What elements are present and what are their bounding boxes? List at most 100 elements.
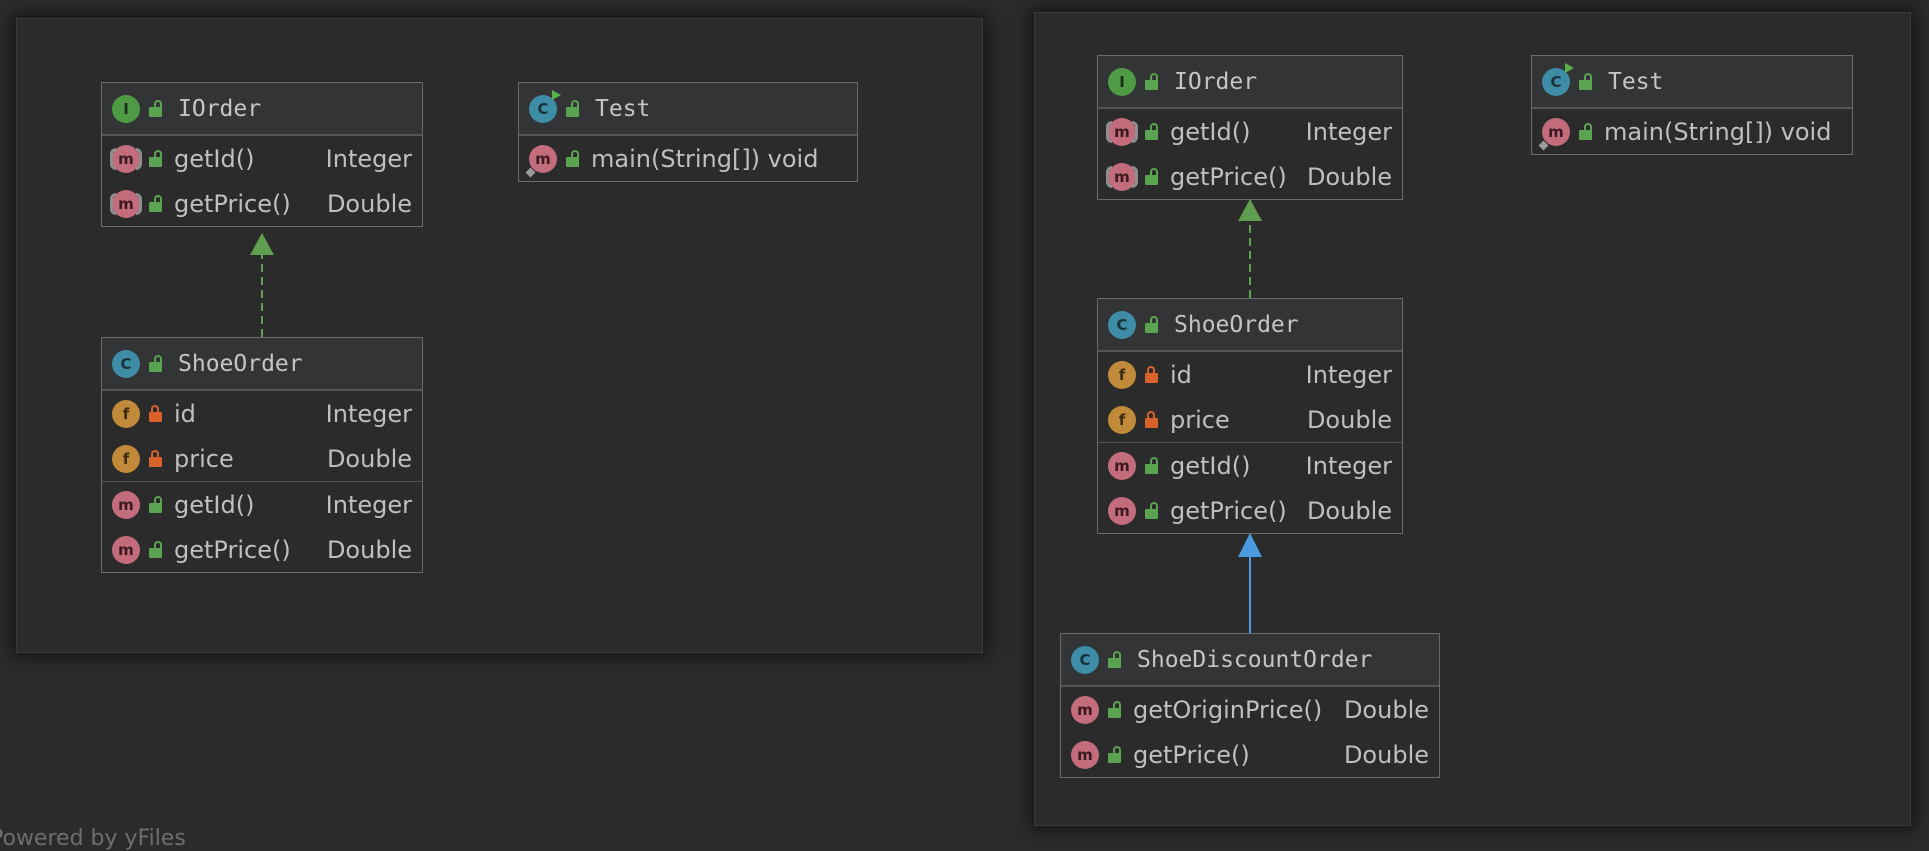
node-header: C ShoeOrder — [1098, 299, 1402, 351]
unlocked-icon — [565, 149, 581, 168]
method-name: main(String[]) void — [1604, 117, 1832, 146]
method-row: m getId() Integer — [102, 482, 422, 527]
unlocked-icon — [1144, 72, 1160, 91]
node-title: ShoeOrder — [178, 350, 303, 377]
unlocked-icon — [148, 540, 164, 559]
method-name: getId() — [1170, 451, 1251, 480]
field-name: price — [174, 444, 234, 473]
abstract-method-icon: m — [110, 189, 142, 218]
field-name: id — [174, 399, 196, 428]
unlocked-icon — [1578, 72, 1594, 91]
field-icon: f — [1108, 405, 1136, 434]
method-row: m getPrice() Double — [1098, 488, 1402, 533]
node-title: Test — [1608, 68, 1664, 95]
method-row: m getPrice() Double — [1098, 154, 1402, 199]
method-name: getOriginPrice() — [1133, 695, 1323, 724]
field-type: Double — [326, 444, 412, 473]
class-icon: C — [1108, 310, 1136, 339]
uml-node-test-left[interactable]: C Test m main(String[]) void — [518, 82, 858, 182]
method-name: getId() — [174, 490, 255, 519]
method-icon: m — [112, 490, 140, 519]
method-type: Double — [326, 535, 412, 564]
method-row: m getId() Integer — [102, 136, 422, 181]
fields-section: f id Integer f price Double — [102, 390, 422, 481]
node-title: Test — [595, 95, 651, 122]
edge-arrowhead-implements — [250, 233, 274, 255]
method-row: m getOriginPrice() Double — [1061, 687, 1439, 732]
methods-section: m main(String[]) void — [519, 135, 857, 181]
method-row: m getId() Integer — [1098, 443, 1402, 488]
field-type: Integer — [1305, 360, 1392, 389]
method-row: m getPrice() Double — [102, 181, 422, 226]
abstract-method-icon: m — [1106, 117, 1138, 146]
interface-icon: I — [1108, 67, 1136, 96]
method-name: getId() — [1170, 117, 1251, 146]
unlocked-icon — [148, 354, 164, 373]
runnable-class-icon: C — [1542, 62, 1574, 96]
method-name: main(String[]) void — [591, 144, 819, 173]
field-row: f id Integer — [1098, 352, 1402, 397]
methods-section: m getId() Integer m getPrice() Double — [1098, 108, 1402, 199]
method-row: m getPrice() Double — [1061, 732, 1439, 777]
unlocked-icon — [565, 99, 581, 118]
node-title: ShoeDiscountOrder — [1137, 646, 1373, 673]
uml-node-iorder-left[interactable]: I IOrder m getId() Integer m getPrice() … — [101, 82, 423, 227]
abstract-method-icon: m — [110, 144, 142, 173]
edge-arrowhead-implements — [1238, 199, 1262, 221]
method-icon: m — [1108, 496, 1136, 525]
lock-icon — [148, 449, 164, 468]
uml-node-shoeorder-left[interactable]: C ShoeOrder f id Integer f price Double … — [101, 337, 423, 573]
method-name: getId() — [174, 144, 255, 173]
static-method-icon: m — [525, 144, 557, 177]
method-type: Double — [1343, 740, 1429, 769]
unlocked-icon — [1107, 700, 1123, 719]
powered-by-text: Powered by yFiles — [0, 826, 186, 851]
unlocked-icon — [1107, 650, 1123, 669]
method-row: m main(String[]) void — [1532, 109, 1852, 154]
field-icon: f — [112, 444, 140, 473]
node-title: ShoeOrder — [1174, 311, 1299, 338]
field-name: price — [1170, 405, 1230, 434]
methods-section: m getOriginPrice() Double m getPrice() D… — [1061, 686, 1439, 777]
interface-icon: I — [112, 94, 140, 123]
unlocked-icon — [1144, 501, 1160, 520]
field-row: f price Double — [1098, 397, 1402, 442]
method-icon: m — [1071, 740, 1099, 769]
method-type: Integer — [1305, 451, 1392, 480]
method-type: Double — [326, 189, 412, 218]
method-type: Integer — [325, 144, 412, 173]
class-icon: C — [1071, 645, 1099, 674]
field-icon: f — [112, 399, 140, 428]
methods-section: m getId() Integer m getPrice() Double — [1098, 442, 1402, 533]
method-icon: m — [1108, 451, 1136, 480]
node-title: IOrder — [1174, 68, 1258, 95]
node-header: I IOrder — [102, 83, 422, 135]
lock-icon — [1144, 365, 1160, 384]
runnable-class-icon: C — [529, 89, 561, 123]
lock-icon — [148, 404, 164, 423]
method-name: getPrice() — [1133, 740, 1250, 769]
node-header: I IOrder — [1098, 56, 1402, 108]
method-icon: m — [1071, 695, 1099, 724]
unlocked-icon — [1144, 456, 1160, 475]
uml-node-shoeorder-right[interactable]: C ShoeOrder f id Integer f price Double … — [1097, 298, 1403, 534]
fields-section: f id Integer f price Double — [1098, 351, 1402, 442]
lock-icon — [1144, 410, 1160, 429]
uml-node-test-right[interactable]: C Test m main(String[]) void — [1531, 55, 1853, 155]
methods-section: m getId() Integer m getPrice() Double — [102, 481, 422, 572]
diagram-panel-right: I IOrder m getId() Integer m getPrice() … — [1034, 12, 1911, 826]
unlocked-icon — [1144, 167, 1160, 186]
uml-node-iorder-right[interactable]: I IOrder m getId() Integer m getPrice() … — [1097, 55, 1403, 200]
method-row: m main(String[]) void — [519, 136, 857, 181]
method-type: Integer — [1305, 117, 1392, 146]
unlocked-icon — [148, 194, 164, 213]
edge-arrowhead-extends — [1238, 533, 1262, 557]
unlocked-icon — [148, 495, 164, 514]
unlocked-icon — [1107, 745, 1123, 764]
field-icon: f — [1108, 360, 1136, 389]
uml-node-shoediscountorder-right[interactable]: C ShoeDiscountOrder m getOriginPrice() D… — [1060, 633, 1440, 778]
diagram-panel-left: I IOrder m getId() Integer m getPrice() … — [16, 18, 983, 653]
method-type: Integer — [325, 490, 412, 519]
methods-section: m getId() Integer m getPrice() Double — [102, 135, 422, 226]
class-icon: C — [112, 349, 140, 378]
